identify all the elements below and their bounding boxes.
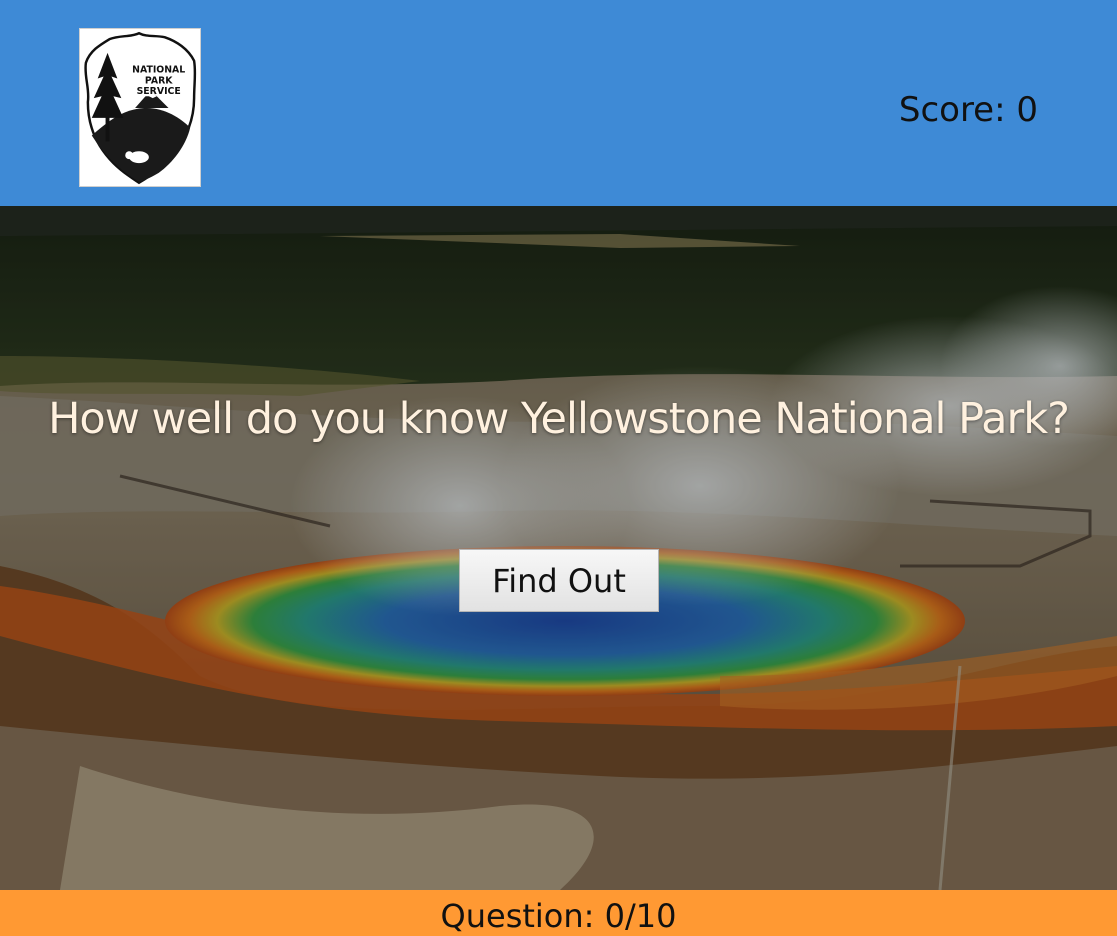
logo-text-line-3: SERVICE <box>137 86 181 97</box>
question-counter: Question: 0/10 <box>440 897 677 935</box>
logo-text-line-2: PARK <box>145 75 173 86</box>
hero-section: How well do you know Yellowstone Nationa… <box>0 206 1117 890</box>
page: NATIONAL PARK SERVICE Score: 0 How well … <box>0 0 1117 936</box>
nps-logo: NATIONAL PARK SERVICE <box>79 28 201 187</box>
score-display: Score: 0 <box>898 90 1038 130</box>
hot-spring-landscape-image <box>0 206 1117 890</box>
logo-text-line-1: NATIONAL <box>132 65 185 76</box>
footer-bar: Question: 0/10 <box>0 890 1117 936</box>
quiz-title: How well do you know Yellowstone Nationa… <box>48 394 1070 444</box>
find-out-button[interactable]: Find Out <box>459 549 659 612</box>
nps-arrowhead-icon: NATIONAL PARK SERVICE <box>84 31 197 185</box>
top-header: NATIONAL PARK SERVICE Score: 0 <box>0 0 1117 206</box>
